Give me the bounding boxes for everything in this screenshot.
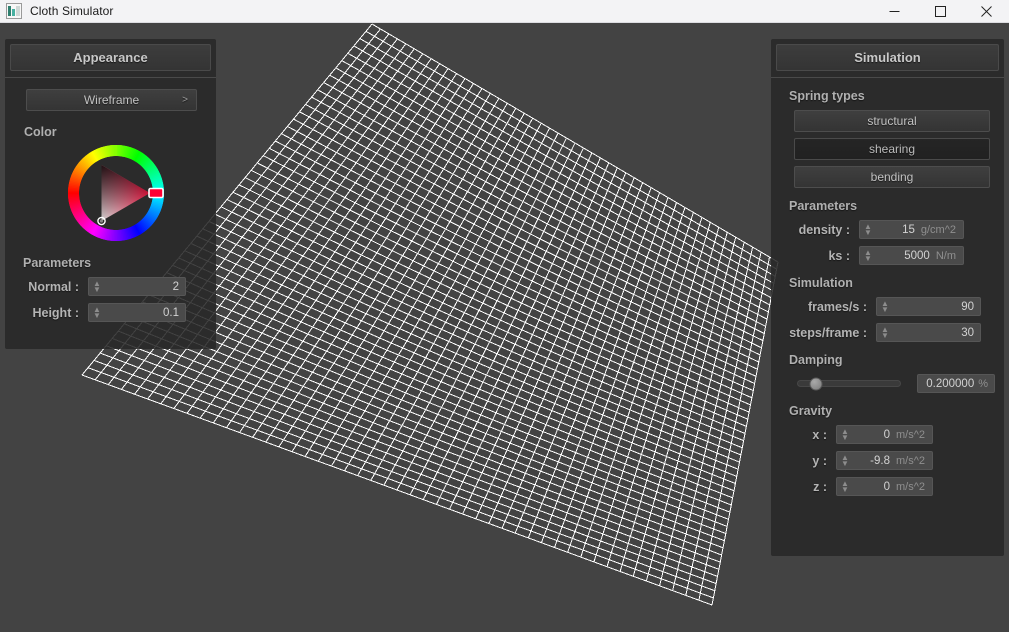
ks-row: ks : ▲ ▼ 5000 N/m (771, 246, 1004, 265)
stepper-arrows-icon[interactable]: ▲ ▼ (841, 479, 849, 493)
spring-types-label: Spring types (789, 89, 865, 103)
density-label: density : (798, 222, 850, 237)
steps-per-frame-label: steps/frame : (789, 325, 867, 340)
spring-type-bending-toggle[interactable]: bending (794, 166, 990, 188)
simulation-divider (771, 77, 1004, 78)
gravity-z-label: z : (813, 479, 827, 494)
color-section-label: Color (24, 125, 57, 139)
steps-per-frame-row: steps/frame : ▲ ▼ 30 (771, 323, 1004, 342)
stepper-arrows-icon[interactable]: ▲ ▼ (841, 427, 849, 441)
chevron-right-icon: > (182, 94, 188, 106)
steps-per-frame-spinbox[interactable]: ▲ ▼ 30 (876, 323, 981, 342)
frames-per-second-value: 90 (961, 300, 974, 313)
damping-slider[interactable] (797, 377, 901, 390)
normal-spinbox[interactable]: ▲ ▼ 2 (88, 277, 186, 296)
stepper-arrows-icon[interactable]: ▲ ▼ (864, 222, 872, 236)
app-image-icon (6, 3, 22, 19)
gravity-z-unit: m/s^2 (896, 480, 925, 493)
damping-label: Damping (789, 353, 843, 367)
stepper-arrows-icon[interactable]: ▲ ▼ (864, 248, 872, 262)
height-label: Height : (32, 305, 79, 320)
app-window: Cloth Simulator Appearance Wireframe > C… (0, 0, 1009, 632)
damping-slider-row: 0.200000 % (797, 374, 1004, 393)
gravity-x-spinbox[interactable]: ▲ ▼ 0 m/s^2 (836, 425, 933, 444)
damping-value: 0.200000 (926, 377, 975, 390)
appearance-divider (5, 77, 216, 78)
damping-value-field[interactable]: 0.200000 % (917, 374, 995, 393)
damping-slider-handle[interactable] (809, 377, 823, 390)
window-title: Cloth Simulator (30, 4, 114, 18)
gravity-z-row: z : ▲ ▼ 0 m/s^2 (771, 477, 1004, 496)
normal-parameter-row: Normal : ▲ ▼ 2 (5, 277, 216, 296)
height-parameter-row: Height : ▲ ▼ 0.1 (5, 303, 216, 322)
gravity-y-row: y : ▲ ▼ -9.8 m/s^2 (771, 451, 1004, 470)
title-bar: Cloth Simulator (0, 0, 1009, 23)
close-button[interactable] (963, 0, 1009, 23)
gravity-z-spinbox[interactable]: ▲ ▼ 0 m/s^2 (836, 477, 933, 496)
stepper-arrows-icon[interactable]: ▲ ▼ (93, 279, 101, 293)
stepper-arrows-icon[interactable]: ▲ ▼ (841, 453, 849, 467)
gravity-y-unit: m/s^2 (896, 454, 925, 467)
hsv-color-wheel[interactable] (66, 143, 166, 243)
gravity-x-unit: m/s^2 (896, 428, 925, 441)
simulation-parameters-label: Parameters (789, 199, 858, 213)
stepper-arrows-icon[interactable]: ▲ ▼ (881, 325, 889, 339)
simulation-section-label: Simulation (789, 276, 853, 290)
stepper-arrows-icon[interactable]: ▲ ▼ (93, 305, 101, 319)
normal-value: 2 (172, 280, 179, 293)
frames-per-second-label: frames/s : (807, 299, 867, 314)
triangle-shade-overlay (101, 165, 150, 221)
density-unit: g/cm^2 (920, 223, 956, 236)
spring-type-bending-label: bending (870, 170, 914, 184)
shading-mode-dropdown[interactable]: Wireframe > (26, 89, 197, 111)
spring-type-structural-toggle[interactable]: structural (794, 110, 990, 132)
frames-per-second-spinbox[interactable]: ▲ ▼ 90 (876, 297, 981, 316)
simulation-panel: Simulation Spring types structural shear… (771, 39, 1004, 556)
stepper-arrows-icon[interactable]: ▲ ▼ (881, 299, 889, 313)
ks-unit: N/m (935, 249, 956, 262)
normal-label: Normal : (28, 279, 79, 294)
steps-per-frame-value: 30 (961, 326, 974, 339)
frames-per-second-row: frames/s : ▲ ▼ 90 (771, 297, 1004, 316)
appearance-panel: Appearance Wireframe > Color Parameters … (5, 39, 216, 349)
height-spinbox[interactable]: ▲ ▼ 0.1 (88, 303, 186, 322)
maximize-button[interactable] (917, 0, 963, 23)
gravity-label: Gravity (789, 404, 833, 418)
window-controls (871, 0, 1009, 23)
sv-selector-dot (99, 219, 104, 223)
damping-unit: % (978, 377, 988, 390)
gravity-y-spinbox[interactable]: ▲ ▼ -9.8 m/s^2 (836, 451, 933, 470)
ks-spinbox[interactable]: ▲ ▼ 5000 N/m (859, 246, 964, 265)
appearance-panel-title: Appearance (10, 44, 211, 71)
spring-type-structural-label: structural (867, 114, 917, 128)
spring-type-shearing-label: shearing (868, 142, 916, 156)
density-row: density : ▲ ▼ 15 g/cm^2 (771, 220, 1004, 239)
simulation-panel-title: Simulation (776, 44, 999, 71)
gravity-x-row: x : ▲ ▼ 0 m/s^2 (771, 425, 1004, 444)
shading-mode-label: Wireframe (83, 93, 140, 107)
spring-type-shearing-toggle[interactable]: shearing (794, 138, 990, 160)
height-value: 0.1 (163, 306, 179, 319)
minimize-button[interactable] (871, 0, 917, 23)
hue-selector-marker[interactable] (148, 187, 164, 199)
ks-label: ks : (828, 248, 850, 263)
density-spinbox[interactable]: ▲ ▼ 15 g/cm^2 (859, 220, 964, 239)
gravity-y-label: y : (812, 453, 827, 468)
appearance-parameters-label: Parameters (23, 256, 92, 270)
color-wheel-area (5, 143, 216, 247)
gravity-x-label: x : (812, 427, 827, 442)
